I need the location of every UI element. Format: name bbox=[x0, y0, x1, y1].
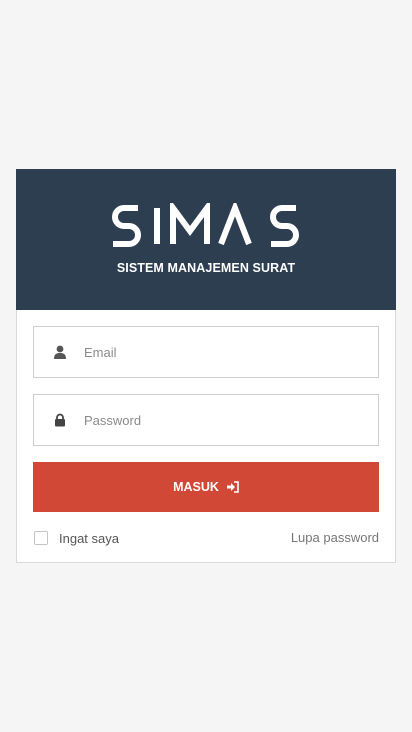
app-subtitle: SISTEM MANAJEMEN SURAT bbox=[116, 261, 296, 275]
login-header: SISTEM MANAJEMEN SURAT bbox=[16, 169, 396, 310]
remember-checkbox[interactable] bbox=[34, 531, 48, 545]
forgot-password-link[interactable]: Lupa password bbox=[291, 530, 379, 546]
login-button-label: MASUK bbox=[173, 480, 219, 494]
login-button[interactable]: MASUK bbox=[33, 462, 379, 512]
email-input[interactable] bbox=[84, 327, 364, 377]
user-icon bbox=[54, 345, 66, 359]
sign-in-icon bbox=[226, 481, 239, 493]
password-field[interactable] bbox=[33, 394, 379, 446]
lock-icon bbox=[55, 413, 65, 427]
login-card: SISTEM MANAJEMEN SURAT MASUK Ingat saya … bbox=[16, 169, 396, 563]
simas-logo bbox=[112, 203, 299, 247]
email-field[interactable] bbox=[33, 326, 379, 378]
password-input[interactable] bbox=[84, 395, 364, 445]
remember-label: Ingat saya bbox=[59, 530, 119, 546]
remember-me[interactable]: Ingat saya bbox=[34, 530, 119, 546]
